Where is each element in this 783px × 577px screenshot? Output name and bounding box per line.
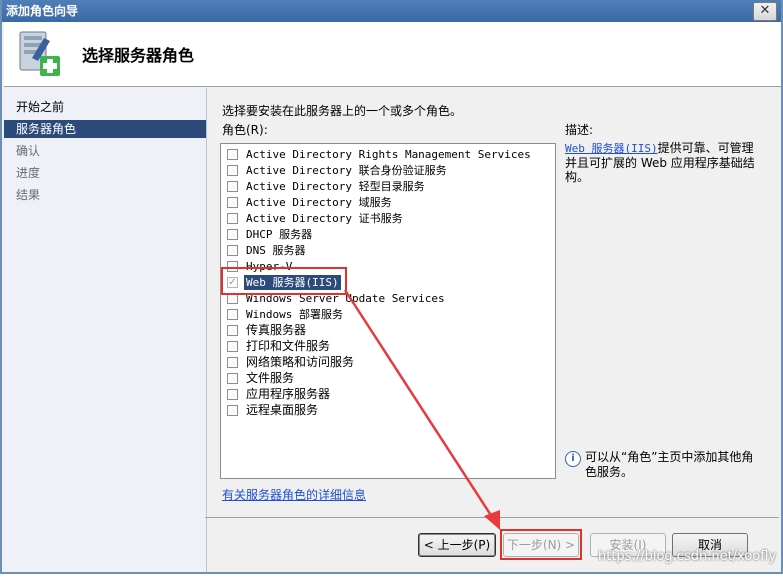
instruction-text: 选择要安装在此服务器上的一个或多个角色。 [222,104,463,118]
role-checkbox[interactable] [227,309,238,320]
role-label: Windows 部署服务 [246,308,343,321]
role-label: 打印和文件服务 [246,339,331,353]
role-label: DHCP 服务器 [246,228,313,241]
role-label: 应用程序服务器 [246,387,331,401]
info-text: 可以从“角色”主页中添加其他角色服务。 [585,450,754,479]
role-label: 文件服务 [246,371,295,385]
more-info-link[interactable]: 有关服务器角色的详细信息 [222,486,366,503]
step-before-you-begin[interactable]: 开始之前 [4,98,206,116]
highlight-box-web-iis [221,267,347,295]
role-checkbox[interactable] [227,197,238,208]
roles-list[interactable]: Active Directory Rights Management Servi… [220,143,556,479]
wizard-steps: 开始之前 服务器角色 确认 进度 结果 [4,88,207,572]
role-checkbox[interactable] [227,373,238,384]
role-label: DNS 服务器 [246,244,306,257]
role-checkbox[interactable] [227,149,238,160]
step-results: 结果 [16,188,41,202]
role-label: 网络策略和访问服务 [246,355,355,369]
role-label: 远程桌面服务 [246,403,319,417]
role-checkbox[interactable] [227,405,238,416]
role-checkbox[interactable] [227,357,238,368]
step-confirmation: 确认 [16,144,41,158]
step-progress: 进度 [16,166,41,180]
highlight-box-next [500,529,582,560]
description-text: Web 服务器(IIS)提供可靠、可管理并且可扩展的 Web 应用程序基础结构。 [565,141,757,184]
role-checkbox[interactable] [227,213,238,224]
server-add-icon [19,31,60,76]
role-checkbox[interactable] [227,229,238,240]
close-button[interactable]: ✕ [753,2,777,21]
role-label: Active Directory 域服务 [246,196,392,209]
role-label: Active Directory 联合身份验证服务 [246,164,447,177]
footer-divider [205,517,779,518]
role-label: Active Directory 证书服务 [246,212,403,225]
role-label: Active Directory Rights Management Servi… [246,148,531,161]
info-icon: i [565,451,581,467]
role-checkbox[interactable] [227,341,238,352]
page-title: 选择服务器角色 [82,46,195,65]
wizard-header: 选择服务器角色 [4,22,781,87]
role-checkbox[interactable] [227,245,238,256]
description-label: 描述: [565,123,594,137]
role-label: Active Directory 轻型目录服务 [246,180,425,193]
window-title: 添加角色向导 [6,4,79,18]
roles-label: 角色(R): [222,123,268,137]
title-bar: 添加角色向导 ✕ [2,0,781,22]
description-link[interactable]: Web 服务器(IIS) [565,142,658,155]
watermark-text: https://blog.csdn.net/xoofly [598,549,777,564]
role-label: 传真服务器 [246,323,307,337]
back-button[interactable]: < 上一步(P) [418,533,496,557]
role-checkbox[interactable] [227,181,238,192]
step-server-roles[interactable]: 服务器角色 [4,120,206,138]
role-checkbox[interactable] [227,325,238,336]
role-checkbox[interactable] [227,165,238,176]
role-checkbox[interactable] [227,389,238,400]
